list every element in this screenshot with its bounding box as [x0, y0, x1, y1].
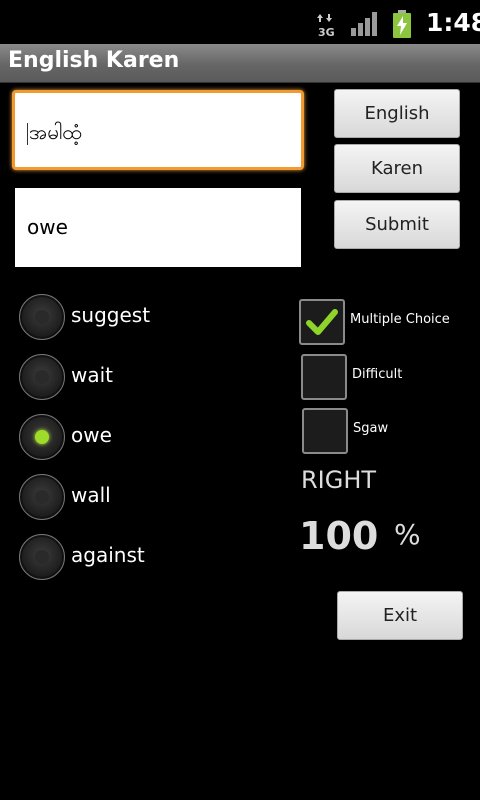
english-button[interactable]: English	[334, 89, 460, 138]
checkbox-checked[interactable]	[299, 299, 345, 345]
radio-dot	[35, 310, 49, 324]
exit-button[interactable]: Exit	[337, 591, 463, 640]
clock: 1:48	[426, 8, 480, 37]
choice-label: against	[71, 543, 145, 567]
choice-label: wait	[71, 363, 114, 387]
submit-button[interactable]: Submit	[334, 200, 460, 249]
karen-text-field[interactable]: အမါထံ့	[12, 90, 304, 170]
karen-field-value: အမါထံ့	[29, 120, 82, 144]
radio-button[interactable]	[19, 294, 65, 340]
option-label: Sgaw	[353, 421, 389, 436]
network-3g-icon: 3G	[317, 14, 335, 38]
checkmark-icon	[306, 309, 338, 335]
radio-dot	[35, 370, 49, 384]
score-value: 100	[299, 514, 379, 558]
option-label: Difficult	[352, 367, 403, 382]
english-field-value: owe	[27, 215, 68, 239]
status-bar: 3G 1:48	[0, 0, 480, 48]
radio-dot	[35, 430, 49, 444]
radio-dot	[35, 550, 49, 564]
result-label: RIGHT	[301, 466, 377, 494]
option-label: Multiple Choice	[350, 312, 450, 327]
checkbox[interactable]	[301, 354, 347, 400]
checkbox[interactable]	[302, 408, 348, 454]
radio-button-selected[interactable]	[19, 414, 65, 460]
app-title: English Karen	[8, 48, 180, 73]
radio-button[interactable]	[19, 474, 65, 520]
score-unit: %	[394, 518, 421, 551]
text-cursor	[27, 122, 28, 145]
choice-label: wall	[71, 483, 111, 507]
radio-button[interactable]	[19, 354, 65, 400]
choice-label: owe	[71, 423, 112, 447]
karen-button[interactable]: Karen	[334, 144, 460, 193]
battery-charging-icon	[393, 10, 411, 38]
radio-dot	[35, 490, 49, 504]
english-text-field[interactable]: owe	[15, 188, 301, 267]
radio-button[interactable]	[19, 534, 65, 580]
signal-icon	[351, 12, 377, 36]
network-label: 3G	[318, 26, 335, 38]
choice-label: suggest	[71, 303, 151, 327]
title-bar: English Karen	[0, 44, 480, 83]
